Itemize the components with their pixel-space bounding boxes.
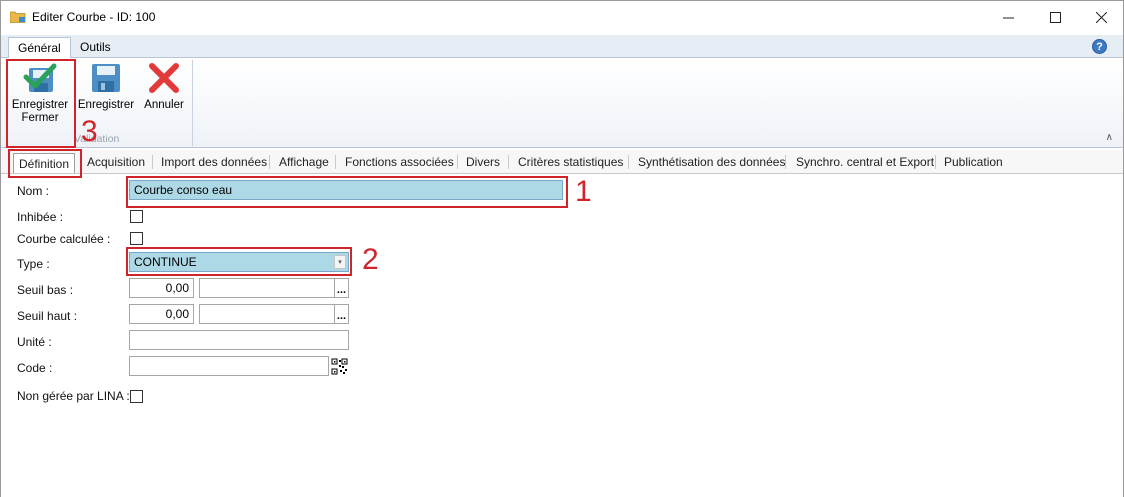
- seuil-haut-browse-button[interactable]: ...: [334, 304, 348, 324]
- seuil-bas-input[interactable]: [129, 278, 194, 298]
- tab-separator: [152, 155, 153, 169]
- code-input[interactable]: [129, 356, 329, 376]
- tab-publication[interactable]: Publication: [944, 155, 1003, 169]
- non-geree-label: Non gérée par LINA :: [17, 389, 130, 403]
- help-icon[interactable]: ?: [1092, 39, 1107, 54]
- title-bar: Editer Courbe - ID: 100: [1, 1, 1123, 33]
- close-icon: [1095, 11, 1107, 23]
- editer-courbe-window: Editer Courbe - ID: 100 Général Outils ?…: [0, 0, 1124, 497]
- inhibee-label: Inhibée :: [17, 210, 64, 224]
- tab-separator: [785, 155, 786, 169]
- tab-import-donnees[interactable]: Import des données: [161, 155, 267, 169]
- annotation-box-definition: [8, 149, 82, 178]
- maximize-icon: [1049, 11, 1061, 23]
- non-geree-checkbox[interactable]: [130, 390, 143, 403]
- save-icon: [92, 64, 120, 92]
- ribbon-panel: Enregistrer Fermer Enregistrer Annuler Va…: [1, 58, 1123, 148]
- qr-code-icon[interactable]: [331, 358, 348, 375]
- content-tab-bar: Définition Acquisition Import des donnée…: [1, 150, 1123, 174]
- maximize-button[interactable]: [1032, 1, 1078, 33]
- tab-separator: [628, 155, 629, 169]
- tab-synchro-export[interactable]: Synchro. central et Export: [796, 155, 934, 169]
- seuil-bas-ref-input[interactable]: ...: [199, 278, 349, 298]
- annotation-box-3: [6, 59, 76, 148]
- annotation-box-1: [126, 176, 568, 208]
- tab-fonctions-associees[interactable]: Fonctions associées: [345, 155, 454, 169]
- tab-separator: [269, 155, 270, 169]
- save-label: Enregistrer: [77, 99, 135, 111]
- unite-label: Unité :: [17, 335, 52, 349]
- seuil-bas-browse-button[interactable]: ...: [334, 278, 348, 298]
- seuil-bas-label: Seuil bas :: [17, 283, 74, 297]
- annotation-box-2: [126, 247, 352, 276]
- tab-acquisition[interactable]: Acquisition: [87, 155, 145, 169]
- tab-criteres-statistiques[interactable]: Critères statistiques: [518, 155, 623, 169]
- window-title: Editer Courbe - ID: 100: [32, 10, 156, 24]
- type-label: Type :: [17, 257, 50, 271]
- seuil-haut-input[interactable]: [129, 304, 194, 324]
- cancel-button[interactable]: Annuler: [141, 61, 187, 112]
- seuil-haut-ref-input[interactable]: ...: [199, 304, 349, 324]
- ribbon-separator: [192, 60, 193, 146]
- tab-separator: [508, 155, 509, 169]
- save-button[interactable]: Enregistrer: [77, 61, 135, 112]
- cancel-label: Annuler: [144, 99, 184, 111]
- courbe-calculee-checkbox[interactable]: [130, 232, 143, 245]
- ribbon-tab-general[interactable]: Général: [8, 37, 71, 59]
- inhibee-checkbox[interactable]: [130, 210, 143, 223]
- folder-icon: [10, 11, 26, 23]
- definition-form: Nom : Inhibée : Courbe calculée : Type :…: [1, 174, 1123, 497]
- annotation-number-1: 1: [575, 175, 592, 208]
- tab-affichage[interactable]: Affichage: [279, 155, 329, 169]
- tab-separator: [457, 155, 458, 169]
- minimize-icon: [1002, 17, 1014, 18]
- code-label: Code :: [17, 361, 53, 375]
- annotation-number-3: 3: [81, 115, 98, 148]
- close-button[interactable]: [1078, 1, 1124, 33]
- ribbon-tab-outils[interactable]: Outils: [71, 37, 120, 58]
- tab-separator: [335, 155, 336, 169]
- cancel-x-icon: [149, 63, 179, 93]
- ribbon-tab-bar: Général Outils ?: [1, 35, 1123, 59]
- tab-synthetisation[interactable]: Synthétisation des données: [638, 155, 785, 169]
- seuil-haut-label: Seuil haut :: [17, 309, 78, 323]
- tab-divers[interactable]: Divers: [466, 155, 500, 169]
- tab-separator: [935, 155, 936, 169]
- minimize-button[interactable]: [985, 1, 1031, 33]
- annotation-number-2: 2: [362, 243, 379, 276]
- collapse-ribbon-icon[interactable]: ∧: [1106, 132, 1113, 143]
- courbe-calculee-label: Courbe calculée :: [17, 232, 111, 246]
- nom-label: Nom :: [17, 184, 50, 198]
- unite-input[interactable]: [129, 330, 349, 350]
